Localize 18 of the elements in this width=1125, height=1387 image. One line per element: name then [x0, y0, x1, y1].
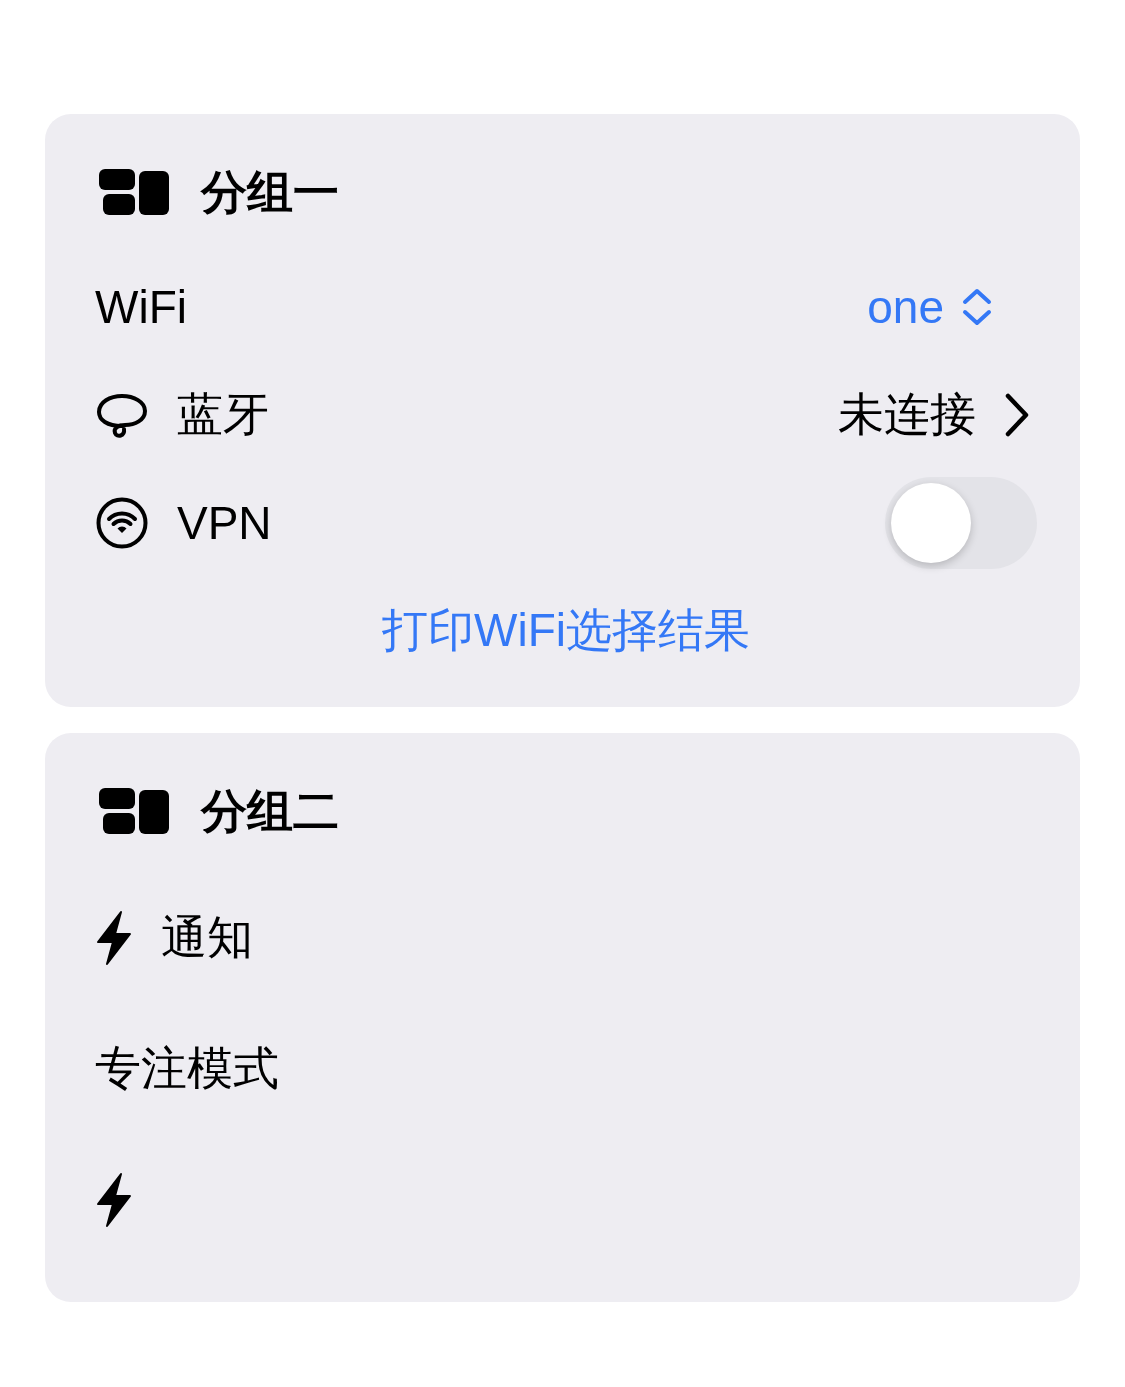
row-label: VPN — [177, 496, 272, 550]
row-label: 蓝牙 — [177, 387, 269, 442]
chevron-updown-icon — [962, 288, 992, 326]
widgets-icon — [99, 169, 169, 217]
row-label: 专注模式 — [95, 1040, 279, 1096]
section-title: 分组一 — [201, 165, 339, 220]
print-button[interactable]: 打印WiFi选择结果 — [382, 600, 750, 662]
picker[interactable]: one — [867, 280, 992, 334]
list-row[interactable]: 蓝牙 未连接 — [95, 361, 1037, 469]
lightning-icon — [95, 1171, 133, 1228]
wifi-circle-icon — [95, 496, 149, 550]
row-label: WiFi — [95, 280, 187, 334]
chevron-right-icon — [1004, 392, 1030, 438]
widgets-icon — [99, 788, 169, 836]
row-label: 通知 — [161, 909, 253, 965]
lightning-icon — [95, 909, 133, 966]
section-title: 分组二 — [201, 784, 339, 839]
status-text: 未连接 — [838, 387, 976, 442]
